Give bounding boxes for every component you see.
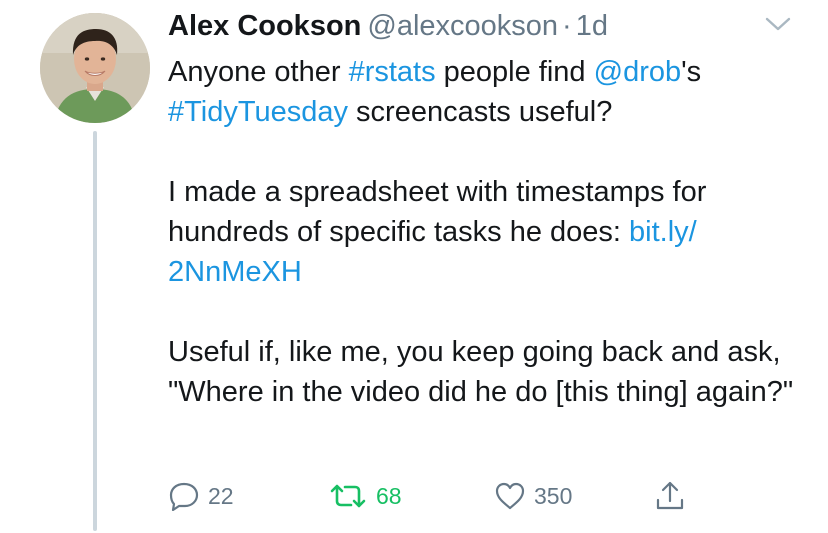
text-segment: I made a spreadsheet with timestamps for… <box>168 176 707 248</box>
mention-drob[interactable]: @drob <box>594 56 681 88</box>
thread-line <box>93 131 97 531</box>
tweet[interactable]: Alex Cookson @alexcookson · 1d Anyone other… <box>0 0 828 533</box>
timestamp[interactable]: 1d <box>576 10 608 42</box>
tweet-paragraph-1: Anyone other #rstats people find @drob's… <box>168 52 798 132</box>
tweet-paragraph-2: I made a spreadsheet with timestamps for… <box>168 172 798 292</box>
retweet-icon <box>330 484 366 508</box>
retweet-count: 68 <box>376 482 402 509</box>
like-count: 350 <box>534 482 573 509</box>
tweet-text: Anyone other #rstats people find @drob's… <box>168 52 798 412</box>
chevron-down-icon[interactable] <box>764 14 792 34</box>
hashtag-rstats[interactable]: #rstats <box>349 56 436 88</box>
reply-count: 22 <box>208 482 234 509</box>
text-segment: 's <box>681 56 702 88</box>
text-segment: people find <box>435 56 594 88</box>
like-button[interactable]: 350 <box>494 476 572 516</box>
tweet-paragraph-3: Useful if, like me, you keep going back … <box>168 336 794 408</box>
share-icon <box>656 481 684 510</box>
avatar[interactable] <box>40 13 150 123</box>
text-segment: screencasts useful? <box>348 96 613 128</box>
reply-button[interactable]: 22 <box>168 476 234 516</box>
separator: · <box>562 10 572 42</box>
hashtag-tidytuesday[interactable]: #TidyTuesday <box>168 96 348 128</box>
tweet-header: Alex Cookson @alexcookson · 1d <box>168 6 608 46</box>
share-button[interactable] <box>654 476 686 516</box>
reply-icon <box>169 482 199 511</box>
avatar-image <box>40 13 150 123</box>
text-segment: Anyone other <box>168 56 349 88</box>
like-icon <box>495 482 525 510</box>
handle[interactable]: @alexcookson <box>367 10 558 42</box>
retweet-button[interactable]: 68 <box>328 476 402 516</box>
tweet-actions: 22 68 350 <box>168 476 728 516</box>
display-name[interactable]: Alex Cookson <box>168 10 361 42</box>
